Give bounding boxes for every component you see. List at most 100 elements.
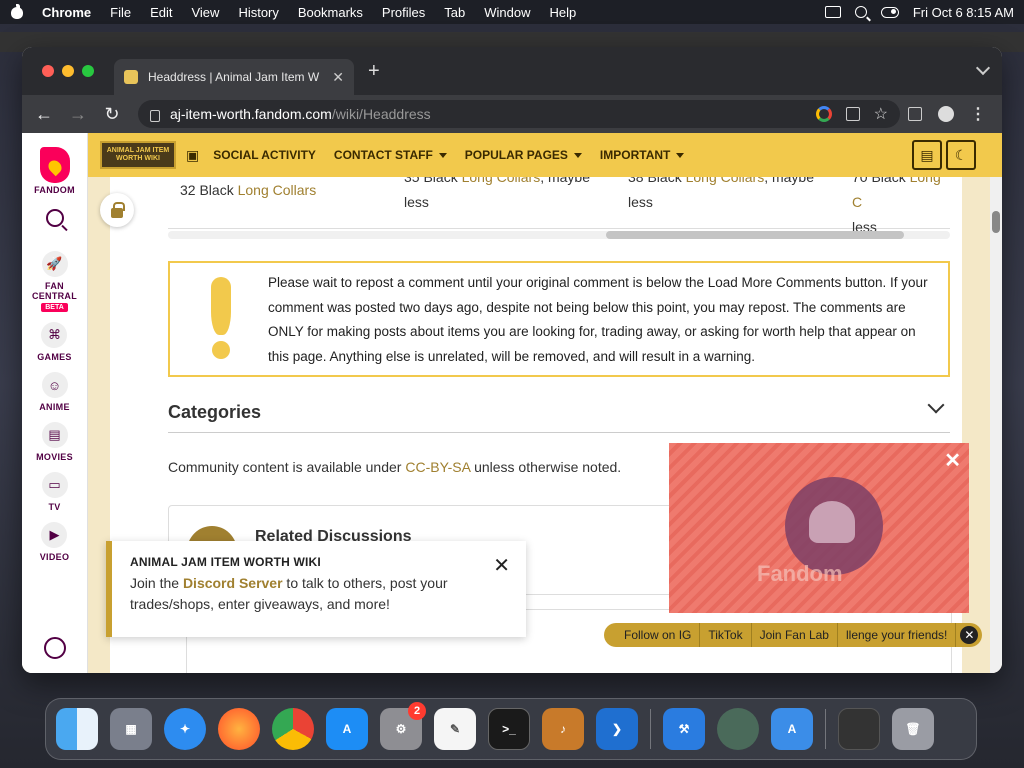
menu-edit[interactable]: Edit xyxy=(150,5,172,20)
address-bar[interactable]: aj-item-worth.fandom.com/wiki/Headdress … xyxy=(138,100,900,128)
chrome-icon[interactable] xyxy=(272,708,314,750)
license-notice: Community content is available under CC-… xyxy=(168,459,621,475)
table-horizontal-scrollbar[interactable] xyxy=(168,231,950,239)
app-store-icon[interactable]: A xyxy=(326,708,368,750)
simulator-icon[interactable]: A xyxy=(771,708,813,750)
caret-down-icon xyxy=(573,152,582,158)
explore-icon[interactable]: ▣ xyxy=(186,147,199,164)
long-collars-link[interactable]: Long Collars xyxy=(462,177,541,185)
xcode-icon[interactable]: ⚒ xyxy=(663,708,705,750)
safari-icon[interactable]: ✦ xyxy=(164,708,206,750)
page-vertical-scrollbar[interactable] xyxy=(990,177,1002,673)
rail-item-tv[interactable]: ▭ TV xyxy=(41,472,68,512)
user-account-icon[interactable] xyxy=(43,637,66,659)
textedit-icon[interactable]: ✎ xyxy=(434,708,476,750)
terminal-icon[interactable]: >_ xyxy=(488,708,530,750)
system-settings-icon[interactable]: ⚙ 2 xyxy=(380,702,426,750)
minimize-window-button[interactable] xyxy=(62,65,74,77)
tab-bar: Headdress | Animal Jam Item W ✕ + xyxy=(22,47,1002,95)
beta-badge: BETA xyxy=(41,303,68,312)
close-icon[interactable]: ✕ xyxy=(944,451,961,471)
nav-popular-pages[interactable]: POPULAR PAGES xyxy=(465,148,582,162)
rail-item-fan-central[interactable]: 🚀 FAN CENTRAL BETA xyxy=(30,251,80,312)
nav-social-activity[interactable]: SOCIAL ACTIVITY xyxy=(213,148,316,162)
preview-icon[interactable] xyxy=(717,708,759,750)
google-lens-icon[interactable] xyxy=(815,106,832,122)
side-panel-icon[interactable] xyxy=(908,107,922,121)
search-icon[interactable] xyxy=(45,209,64,227)
menu-tab[interactable]: Tab xyxy=(444,5,465,20)
menu-help[interactable]: Help xyxy=(550,5,577,20)
menu-profiles[interactable]: Profiles xyxy=(382,5,425,20)
scrollbar-thumb[interactable] xyxy=(992,211,1000,233)
screen-capture-icon[interactable] xyxy=(838,708,880,750)
menu-view[interactable]: View xyxy=(191,5,219,20)
cc-by-sa-link[interactable]: CC-BY-SA xyxy=(405,459,470,475)
discussions-icon[interactable]: ▤ xyxy=(912,140,942,170)
fandom-global-nav: FANDOM 🚀 FAN CENTRAL BETA ⌘ GAMES ☺ ANIM… xyxy=(22,133,88,673)
nav-important[interactable]: IMPORTANT xyxy=(600,148,685,162)
chrome-menu-icon[interactable]: ⋮ xyxy=(970,104,986,124)
back-button[interactable]: ← xyxy=(32,102,56,126)
lock-icon[interactable] xyxy=(150,110,160,122)
trash-icon[interactable]: 🗑 xyxy=(892,708,934,750)
vscode-icon[interactable]: ❯ xyxy=(596,708,638,750)
ad-watermark: Fandom xyxy=(757,561,843,586)
menu-app-name[interactable]: Chrome xyxy=(42,5,91,20)
forward-button[interactable]: → xyxy=(66,102,90,126)
favicon-icon xyxy=(124,70,138,84)
close-icon[interactable]: ✕ xyxy=(493,553,510,578)
menu-history[interactable]: History xyxy=(238,5,278,20)
dark-mode-icon[interactable]: ☾ xyxy=(946,140,976,170)
follow-ig-link[interactable]: Follow on IG xyxy=(616,623,701,647)
menubar-clock[interactable]: Fri Oct 6 8:15 AM xyxy=(913,5,1014,20)
close-icon[interactable]: ✕ xyxy=(960,626,979,644)
reload-button[interactable]: ↻ xyxy=(100,102,124,126)
chevron-down-icon[interactable] xyxy=(927,396,945,414)
share-icon[interactable] xyxy=(845,107,860,121)
long-collars-link[interactable]: Long Collars xyxy=(238,182,317,198)
rail-item-games[interactable]: ⌘ GAMES xyxy=(37,322,72,362)
tab-close-icon[interactable]: ✕ xyxy=(332,69,344,86)
nav-contact-staff[interactable]: CONTACT STAFF xyxy=(334,148,447,162)
finder-icon[interactable] xyxy=(56,708,98,750)
video-ad[interactable]: Fandom ✕ xyxy=(669,443,969,613)
scrollbar-thumb[interactable] xyxy=(606,231,904,239)
menu-bookmarks[interactable]: Bookmarks xyxy=(298,5,363,20)
bookmark-star-icon[interactable]: ☆ xyxy=(874,104,888,124)
categories-section[interactable]: Categories xyxy=(168,393,950,433)
tab-search-chevron-icon[interactable] xyxy=(975,60,991,76)
macos-menubar: Chrome File Edit View History Bookmarks … xyxy=(0,0,1024,24)
social-strip: Follow on IG TikTok Join Fan Lab llenge … xyxy=(604,623,983,647)
apple-icon[interactable] xyxy=(10,4,24,20)
notification-badge: 2 xyxy=(408,702,426,720)
spotlight-icon[interactable] xyxy=(854,6,867,18)
rail-item-movies[interactable]: ▤ MOVIES xyxy=(36,422,73,462)
wiki-logo[interactable]: ANIMAL JAM ITEM WORTH WIKI xyxy=(100,141,176,169)
cell-text: 35 Black xyxy=(404,177,462,185)
profile-icon[interactable] xyxy=(938,106,954,122)
screen-mirroring-icon[interactable] xyxy=(824,6,841,18)
menu-window[interactable]: Window xyxy=(484,5,530,20)
rail-label-tv: TV xyxy=(48,502,61,512)
rail-item-video[interactable]: ▶ VIDEO xyxy=(40,522,70,562)
wiki-nav-bar: ANIMAL JAM ITEM WORTH WIKI ▣ SOCIAL ACTI… xyxy=(88,133,1002,177)
long-collars-link[interactable]: Long Collars xyxy=(686,177,765,185)
launchpad-icon[interactable]: ▦ xyxy=(110,708,152,750)
tiktok-link[interactable]: TikTok xyxy=(700,623,752,647)
page-lock-button[interactable] xyxy=(100,193,134,227)
discord-server-link[interactable]: Discord Server xyxy=(183,575,283,591)
control-center-icon[interactable] xyxy=(880,6,899,18)
new-tab-button[interactable]: + xyxy=(368,60,380,83)
close-window-button[interactable] xyxy=(42,65,54,77)
firefox-icon[interactable] xyxy=(218,708,260,750)
tab-active[interactable]: Headdress | Animal Jam Item W ✕ xyxy=(114,59,354,95)
zoom-window-button[interactable] xyxy=(82,65,94,77)
exclamation-icon xyxy=(208,277,234,359)
rail-item-anime[interactable]: ☺ ANIME xyxy=(39,372,70,412)
garageband-icon[interactable]: ♪ xyxy=(542,708,584,750)
fandom-logo-icon[interactable] xyxy=(38,141,72,185)
menu-file[interactable]: File xyxy=(110,5,131,20)
challenge-friends-link[interactable]: llenge your friends! xyxy=(838,623,957,647)
join-fan-lab-link[interactable]: Join Fan Lab xyxy=(752,623,838,647)
